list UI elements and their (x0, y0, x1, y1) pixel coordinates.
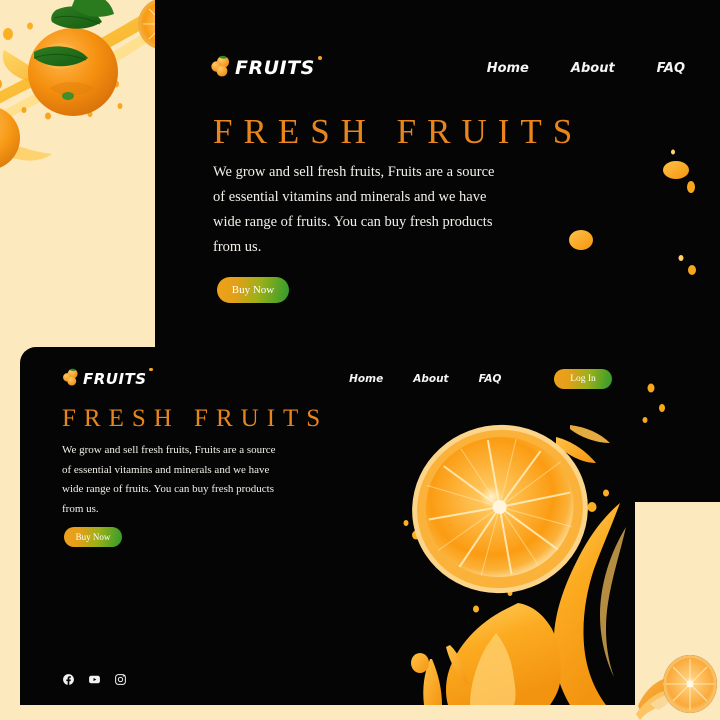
brand-logo-bottom[interactable]: FRUITS (62, 367, 153, 391)
nav-link-faq[interactable]: FAQ (657, 61, 685, 76)
youtube-icon[interactable] (87, 673, 102, 686)
main-nav-top: Home About FAQ (487, 61, 685, 76)
instagram-icon[interactable] (114, 673, 127, 686)
hero-paragraph-line: from us. (213, 239, 262, 255)
page-title-bottom: FRESH FRUITS (62, 405, 329, 432)
artwork-orange-slice-splash (320, 407, 635, 705)
page-canvas: FRUITS Home About FAQ FRESH FRUITS We gr… (0, 0, 720, 720)
hero-paragraph-top: We grow and sell fresh fruits, Fruits ar… (213, 160, 513, 260)
oranges-cluster-icon (210, 55, 232, 82)
buy-now-button-bottom[interactable]: Buy Now (64, 527, 122, 547)
hero-paragraph-line: We grow and sell fresh fruits, Fruits ar… (213, 164, 495, 180)
hero-paragraph-line: of essential vitamins and minerals and w… (62, 463, 270, 476)
social-links (62, 673, 127, 686)
hero-paragraph-line: of essential vitamins and minerals and w… (213, 189, 487, 205)
buy-now-button-top[interactable]: Buy Now (217, 277, 289, 303)
brand-name-top: FRUITS (235, 56, 315, 79)
nav-link-about[interactable]: About (571, 61, 615, 76)
orange-dot-icon (317, 55, 322, 60)
page-title-top: FRESH FRUITS (213, 112, 584, 151)
facebook-icon[interactable] (62, 673, 75, 686)
main-nav-bottom: Home About FAQ (349, 373, 501, 385)
hero-card-bottom: FRUITS Home About FAQ Log In FRESH FRUIT… (20, 347, 635, 705)
brand-name-bottom: FRUITS (83, 369, 147, 388)
hero-paragraph-line: from us. (62, 502, 99, 515)
nav-link-faq[interactable]: FAQ (479, 373, 502, 385)
hero-paragraph-line: wide range of fruits. You can buy fresh … (62, 483, 275, 495)
nav-link-home[interactable]: Home (349, 373, 383, 385)
hero-paragraph-line: We grow and sell fresh fruits, Fruits ar… (62, 444, 276, 456)
artwork-bottom-right-orange (636, 648, 720, 720)
brand-logo-top[interactable]: FRUITS (210, 55, 322, 82)
log-in-button[interactable]: Log In (554, 369, 612, 389)
orange-dot-icon (149, 367, 153, 371)
header-top-card: FRUITS Home About FAQ (210, 52, 685, 84)
header-bottom-card: FRUITS Home About FAQ Log In (62, 365, 612, 393)
oranges-cluster-icon (62, 368, 80, 391)
hero-paragraph-bottom: We grow and sell fresh fruits, Fruits ar… (62, 441, 294, 519)
nav-link-home[interactable]: Home (487, 61, 529, 76)
hero-paragraph-line: wide range of fruits. You can buy fresh … (213, 214, 493, 230)
nav-link-about[interactable]: About (413, 373, 448, 385)
